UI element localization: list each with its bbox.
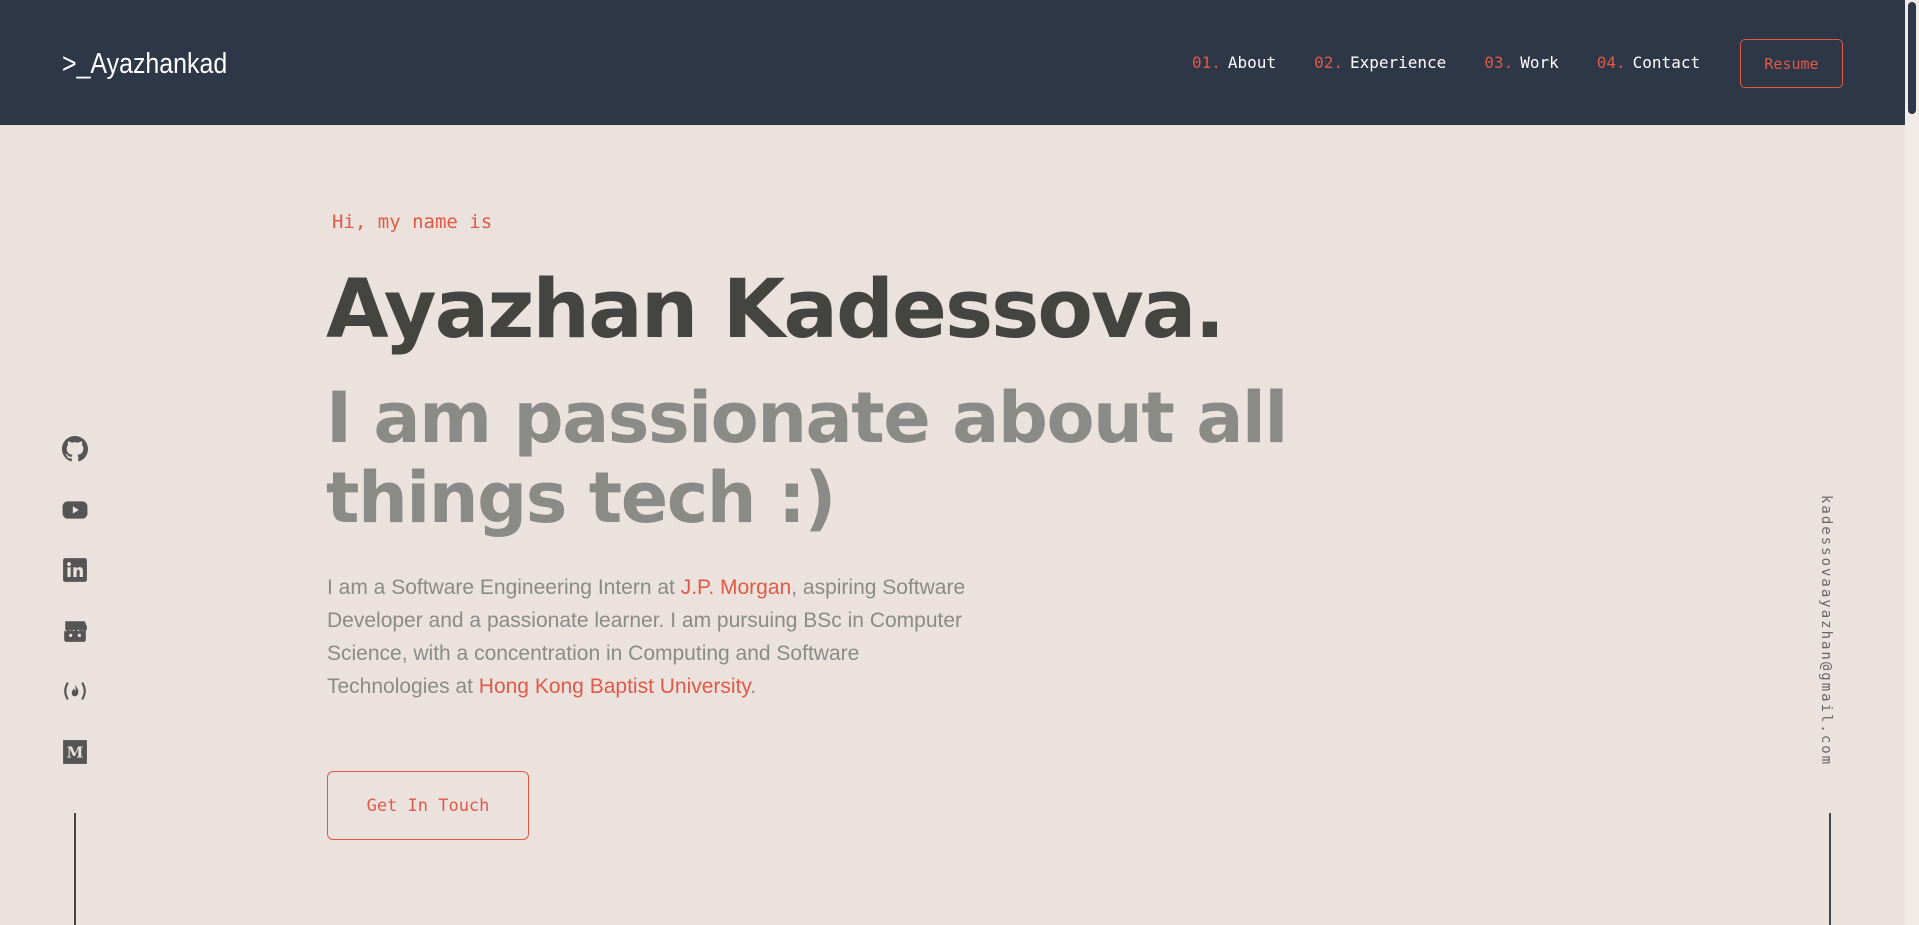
nav-contact[interactable]: 04. Contact <box>1597 53 1700 72</box>
site-header: >_Ayazhankad 01. About 02. Experience 03. W… <box>0 0 1905 125</box>
scrollbar[interactable] <box>1905 0 1919 925</box>
hero-name: Ayazhan Kadessova. <box>326 263 1225 357</box>
nav-about[interactable]: 01. About <box>1192 53 1276 72</box>
jpmorgan-link[interactable]: J.P. Morgan <box>681 576 792 599</box>
nav-work[interactable]: 03. Work <box>1484 53 1558 72</box>
github-icon[interactable] <box>62 436 88 462</box>
nav-number: 01. <box>1192 53 1221 72</box>
nav-number: 02. <box>1314 53 1343 72</box>
nav-label: About <box>1227 53 1277 72</box>
bio-text: . <box>750 675 757 698</box>
linkedin-icon[interactable] <box>62 557 88 583</box>
svg-text:M: M <box>67 743 84 761</box>
hero-tagline: I am passionate about all things tech :) <box>326 377 1288 539</box>
email-divider-line <box>1829 813 1831 925</box>
main-nav: 01. About 02. Experience 03. Work 04. Contac… <box>1192 53 1700 72</box>
medium-icon[interactable]: M <box>62 739 88 765</box>
nav-label: Work <box>1520 53 1559 72</box>
resume-button[interactable]: Resume <box>1740 39 1843 88</box>
social-links: M <box>62 436 88 799</box>
youtube-icon[interactable] <box>62 497 88 523</box>
get-in-touch-button[interactable]: Get In Touch <box>327 771 529 840</box>
nav-number: 03. <box>1484 53 1514 72</box>
social-divider-line <box>74 813 76 925</box>
hero-bio: I am a Software Engineering Intern at J.… <box>327 571 967 703</box>
nav-label: Experience <box>1349 53 1447 72</box>
nav-number: 04. <box>1596 53 1626 72</box>
itchio-icon[interactable] <box>62 618 88 644</box>
nav-experience[interactable]: 02. Experience <box>1314 53 1446 72</box>
hero-greeting: Hi, my name is <box>332 211 493 233</box>
nav-label: Contact <box>1632 53 1701 72</box>
freecodecamp-icon[interactable] <box>62 678 88 704</box>
email-link[interactable]: kadessovaayazhan@gmail.com <box>1818 495 1834 766</box>
bio-text: I am a Software Engineering Intern at <box>327 576 681 599</box>
site-logo[interactable]: >_Ayazhankad <box>62 48 227 81</box>
hkbu-link[interactable]: Hong Kong Baptist University <box>479 675 751 698</box>
scrollbar-thumb[interactable] <box>1908 2 1916 114</box>
